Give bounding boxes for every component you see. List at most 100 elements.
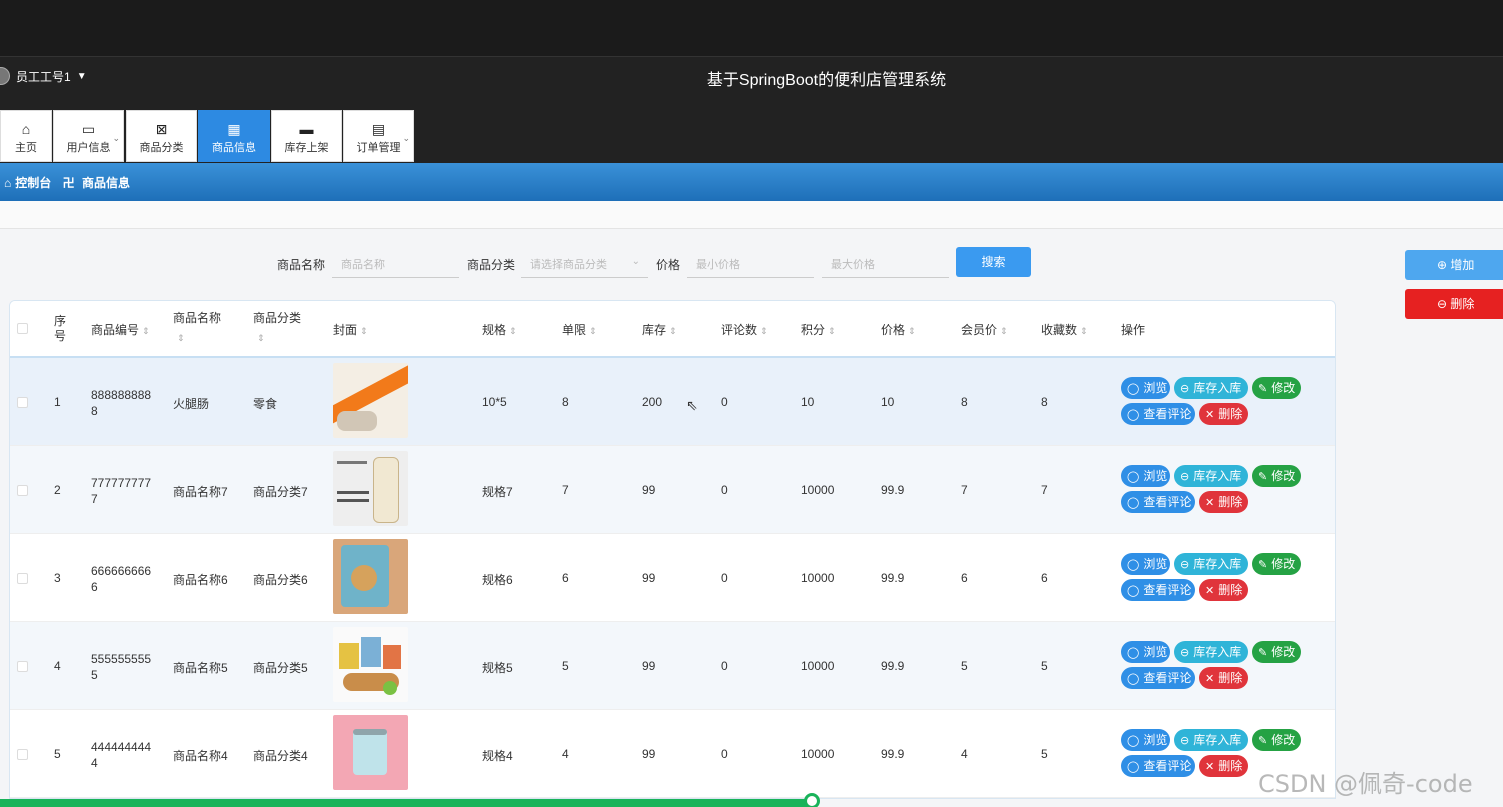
- view-button[interactable]: ◯ 浏览: [1121, 641, 1170, 663]
- view-button[interactable]: ◯ 浏览: [1121, 377, 1170, 399]
- table-row[interactable]: 3 商品名称6 商品分类6 规格6 6 99 0 10000 99.9 6 6 666666666 6 ◯…: [10, 534, 1335, 622]
- pencil-icon: ✎: [1258, 383, 1268, 395]
- stock-in-button[interactable]: ⊖ 库存入库: [1174, 553, 1248, 575]
- view-button[interactable]: ◯ 浏览: [1121, 729, 1170, 751]
- th-index: 序号: [54, 314, 67, 343]
- op-label: 库存入库: [1193, 469, 1242, 483]
- delete-row-button[interactable]: ✕ 删除: [1199, 755, 1248, 777]
- add-button[interactable]: ⊕ 增加: [1405, 250, 1503, 280]
- th-spec[interactable]: 规格 ⇕: [482, 321, 517, 338]
- cell-name: 商品名称5: [173, 661, 228, 675]
- cell-name: 商品名称7: [173, 485, 228, 499]
- progress-knob[interactable]: [804, 793, 820, 807]
- sort-icon: ⇕: [360, 326, 368, 336]
- cell-stock: 99: [642, 659, 656, 673]
- nav-item-home[interactable]: ⌂ 主页: [0, 110, 52, 162]
- op-label: 库存入库: [1193, 557, 1242, 571]
- edit-button[interactable]: ✎ 修改: [1252, 553, 1301, 575]
- row-checkbox[interactable]: [17, 573, 28, 584]
- cell-category: 商品分类4: [253, 749, 308, 763]
- batch-delete-button[interactable]: ⊖ 删除: [1405, 289, 1503, 319]
- video-progress-bar[interactable]: [0, 799, 813, 807]
- row-checkbox[interactable]: [17, 485, 28, 496]
- op-label: 删除: [1218, 495, 1243, 509]
- th-favorites[interactable]: 收藏数 ⇕: [1041, 321, 1088, 338]
- table-row[interactable]: 1 火腿肠 零食 10*5 8 200 0 10 10 8 8 888888888 8 ◯ 浏览 ⊖ 库存入库 ✎…: [10, 358, 1335, 446]
- cell-code: 888888888 8: [91, 387, 151, 419]
- th-stock[interactable]: 库存 ⇕: [642, 321, 677, 338]
- nav-item-product-info[interactable]: ▦ 商品信息: [198, 110, 270, 162]
- category-label: 商品分类: [467, 258, 516, 272]
- view-reviews-button[interactable]: ◯ 查看评论: [1121, 755, 1195, 777]
- th-limit[interactable]: 单限 ⇕: [562, 321, 597, 338]
- search-icon: ◯: [1127, 761, 1140, 773]
- breadcrumb-home[interactable]: 控制台: [15, 176, 51, 190]
- edit-button[interactable]: ✎ 修改: [1252, 465, 1301, 487]
- code-part: 666666666: [91, 564, 152, 578]
- top-nav: ⌂ 主页 ▭ 用户信息 ⌄ ⊠ 商品分类 ▦ 商品信息 ▬ 库存上架 ▤ 订单管…: [0, 96, 1503, 163]
- view-reviews-button[interactable]: ◯ 查看评论: [1121, 667, 1195, 689]
- minus-circle-icon: ⊖: [1180, 559, 1190, 571]
- th-label: 价格: [881, 323, 906, 337]
- view-reviews-button[interactable]: ◯ 查看评论: [1121, 491, 1195, 513]
- th-points[interactable]: 积分 ⇕: [801, 321, 836, 338]
- name-input[interactable]: 商品名称: [332, 248, 459, 278]
- home-icon: ⌂: [4, 176, 12, 190]
- nav-item-category[interactable]: ⊠ 商品分类: [126, 110, 197, 162]
- category-select[interactable]: 请选择商品分类 ⌄: [521, 248, 648, 278]
- th-cover[interactable]: 封面 ⇕: [333, 321, 368, 338]
- edit-button[interactable]: ✎ 修改: [1252, 729, 1301, 751]
- max-price-input[interactable]: 最大价格: [822, 248, 949, 278]
- th-member-price[interactable]: 会员价 ⇕: [961, 321, 1008, 338]
- th-price[interactable]: 价格 ⇕: [881, 321, 916, 338]
- th-category[interactable]: 商品分类 ⇕: [253, 309, 308, 348]
- search-button[interactable]: 搜索: [956, 247, 1031, 277]
- cell-member-price: 7: [961, 483, 968, 497]
- edit-button[interactable]: ✎ 修改: [1252, 377, 1301, 399]
- nav-item-orders[interactable]: ▤ 订单管理 ⌄: [343, 110, 414, 162]
- search-icon: ◯: [1127, 409, 1140, 421]
- pencil-icon: ✎: [1258, 647, 1268, 659]
- delete-row-button[interactable]: ✕ 删除: [1199, 579, 1248, 601]
- cell-limit: 4: [562, 747, 569, 761]
- delete-row-button[interactable]: ✕ 删除: [1199, 491, 1248, 513]
- th-code[interactable]: 商品编号 ⇕: [91, 321, 150, 338]
- stock-in-button[interactable]: ⊖ 库存入库: [1174, 729, 1248, 751]
- row-checkbox[interactable]: [17, 397, 28, 408]
- row-checkbox[interactable]: [17, 749, 28, 760]
- stock-in-button[interactable]: ⊖ 库存入库: [1174, 641, 1248, 663]
- cell-points: 10000: [801, 483, 835, 497]
- select-all-checkbox[interactable]: [17, 323, 28, 334]
- view-button[interactable]: ◯ 浏览: [1121, 553, 1170, 575]
- sort-icon: ⇕: [828, 326, 836, 336]
- minus-circle-icon: ⊖: [1180, 735, 1190, 747]
- tab-strip: [0, 201, 1503, 229]
- row-checkbox[interactable]: [17, 661, 28, 672]
- nav-item-user-info[interactable]: ▭ 用户信息 ⌄: [53, 110, 124, 162]
- view-reviews-button[interactable]: ◯ 查看评论: [1121, 579, 1195, 601]
- th-reviews[interactable]: 评论数 ⇕: [721, 321, 768, 338]
- delete-row-button[interactable]: ✕ 删除: [1199, 667, 1248, 689]
- table-row[interactable]: 4 商品名称5 商品分类5 规格5 5 99 0 10000 99.9 5 5 555555555 5 ◯…: [10, 622, 1335, 710]
- category-placeholder: 请选择商品分类: [530, 259, 607, 271]
- view-button[interactable]: ◯ 浏览: [1121, 465, 1170, 487]
- cell-category: 商品分类5: [253, 661, 308, 675]
- table-row[interactable]: 2 商品名称7 商品分类7 规格7 7 99 0 10000 99.9 7 7 777777777 7 ◯…: [10, 446, 1335, 534]
- cell-points: 10000: [801, 747, 835, 761]
- sort-icon: ⇕: [589, 326, 597, 336]
- app-header: 员工工号1 ▼ 基于SpringBoot的便利店管理系统: [0, 56, 1503, 96]
- code-part: 6: [91, 580, 98, 594]
- op-label: 查看评论: [1143, 495, 1192, 509]
- stock-in-button[interactable]: ⊖ 库存入库: [1174, 377, 1248, 399]
- view-reviews-button[interactable]: ◯ 查看评论: [1121, 403, 1195, 425]
- table-row[interactable]: 5 商品名称4 商品分类4 规格4 4 99 0 10000 99.9 4 5 444444444 4 ◯…: [10, 710, 1335, 798]
- stock-in-button[interactable]: ⊖ 库存入库: [1174, 465, 1248, 487]
- nav-item-stock-shelf[interactable]: ▬ 库存上架: [271, 110, 342, 162]
- min-price-input[interactable]: 最小价格: [687, 248, 814, 278]
- th-name[interactable]: 商品名称 ⇕: [173, 309, 228, 348]
- cell-reviews: 0: [721, 659, 728, 673]
- edit-button[interactable]: ✎ 修改: [1252, 641, 1301, 663]
- th-label: 收藏数: [1041, 323, 1078, 337]
- add-label: 增加: [1450, 258, 1475, 272]
- delete-row-button[interactable]: ✕ 删除: [1199, 403, 1248, 425]
